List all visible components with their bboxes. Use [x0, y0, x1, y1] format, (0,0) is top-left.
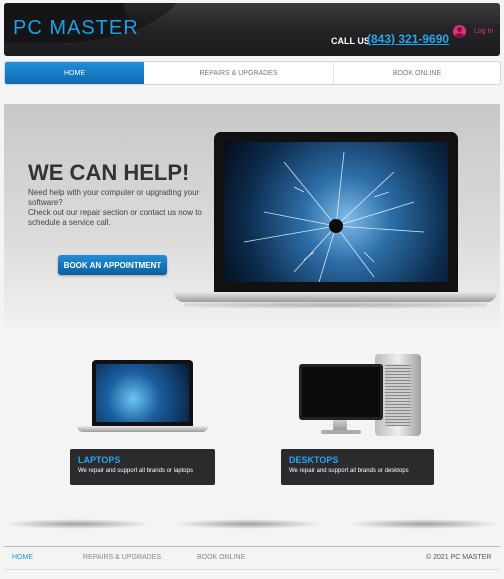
monitor-foot: [321, 430, 361, 434]
book-appointment-button[interactable]: BOOK AN APPOINTMENT: [58, 255, 167, 275]
cracked-screen: [224, 142, 448, 282]
laptop-shadow: [184, 302, 487, 308]
laptop-base: [77, 426, 208, 432]
footer-link-book-online[interactable]: BOOK ONLINE: [197, 554, 245, 561]
hero-heading: WE CAN HELP!: [28, 160, 190, 185]
hero-banner: WE CAN HELP! Need help with your compute…: [4, 104, 500, 330]
site-logo[interactable]: PC MASTER: [13, 17, 139, 40]
tab-book-online[interactable]: BOOK ONLINE: [334, 62, 500, 84]
tab-repairs-upgrades[interactable]: REPAIRS & UPGRADES: [144, 62, 334, 84]
laptops-title[interactable]: LAPTOPS: [78, 455, 215, 465]
laptop-base: [174, 292, 497, 302]
desktops-card[interactable]: DESKTOPS We repair and support all brand…: [281, 449, 434, 485]
footer-link-home[interactable]: HOME: [12, 554, 33, 561]
login-link[interactable]: Log In: [474, 28, 493, 35]
laptop-lid: [214, 132, 458, 292]
tab-home[interactable]: HOME: [5, 62, 144, 84]
laptop-lid: [92, 360, 193, 426]
divider-shadow: [172, 519, 324, 529]
main-nav: HOME REPAIRS & UPGRADES BOOK ONLINE: [4, 61, 501, 85]
desktops-desc: We repair and support all brands or desk…: [289, 468, 409, 474]
laptop-product-image: [77, 360, 208, 435]
cracked-laptop-image: [174, 132, 497, 308]
desktop-monitor: [299, 364, 383, 420]
crack-lines: [243, 151, 425, 282]
desktop-product-image: [299, 354, 423, 440]
copyright: © 2021 PC MASTER: [426, 554, 492, 561]
user-icon[interactable]: [453, 25, 466, 38]
tower-grill: [385, 364, 411, 426]
divider-shadow: [2, 519, 152, 529]
divider-shadow: [346, 519, 502, 529]
footer-link-repairs-upgrades[interactable]: REPAIRS & UPGRADES: [83, 554, 161, 561]
footer-divider: [4, 546, 500, 547]
desktops-title[interactable]: DESKTOPS: [289, 455, 434, 465]
laptops-desc: We repair and support all brands or lapt…: [78, 468, 193, 474]
call-us-label: CALL US: [331, 36, 370, 46]
laptop-screen: [96, 364, 189, 422]
phone-link[interactable]: (843) 321-9690: [367, 32, 449, 46]
footer-bottom-line: [4, 569, 500, 570]
header-decor-gloss: [124, 3, 500, 29]
laptops-card[interactable]: LAPTOPS We repair and support all brands…: [70, 449, 215, 485]
